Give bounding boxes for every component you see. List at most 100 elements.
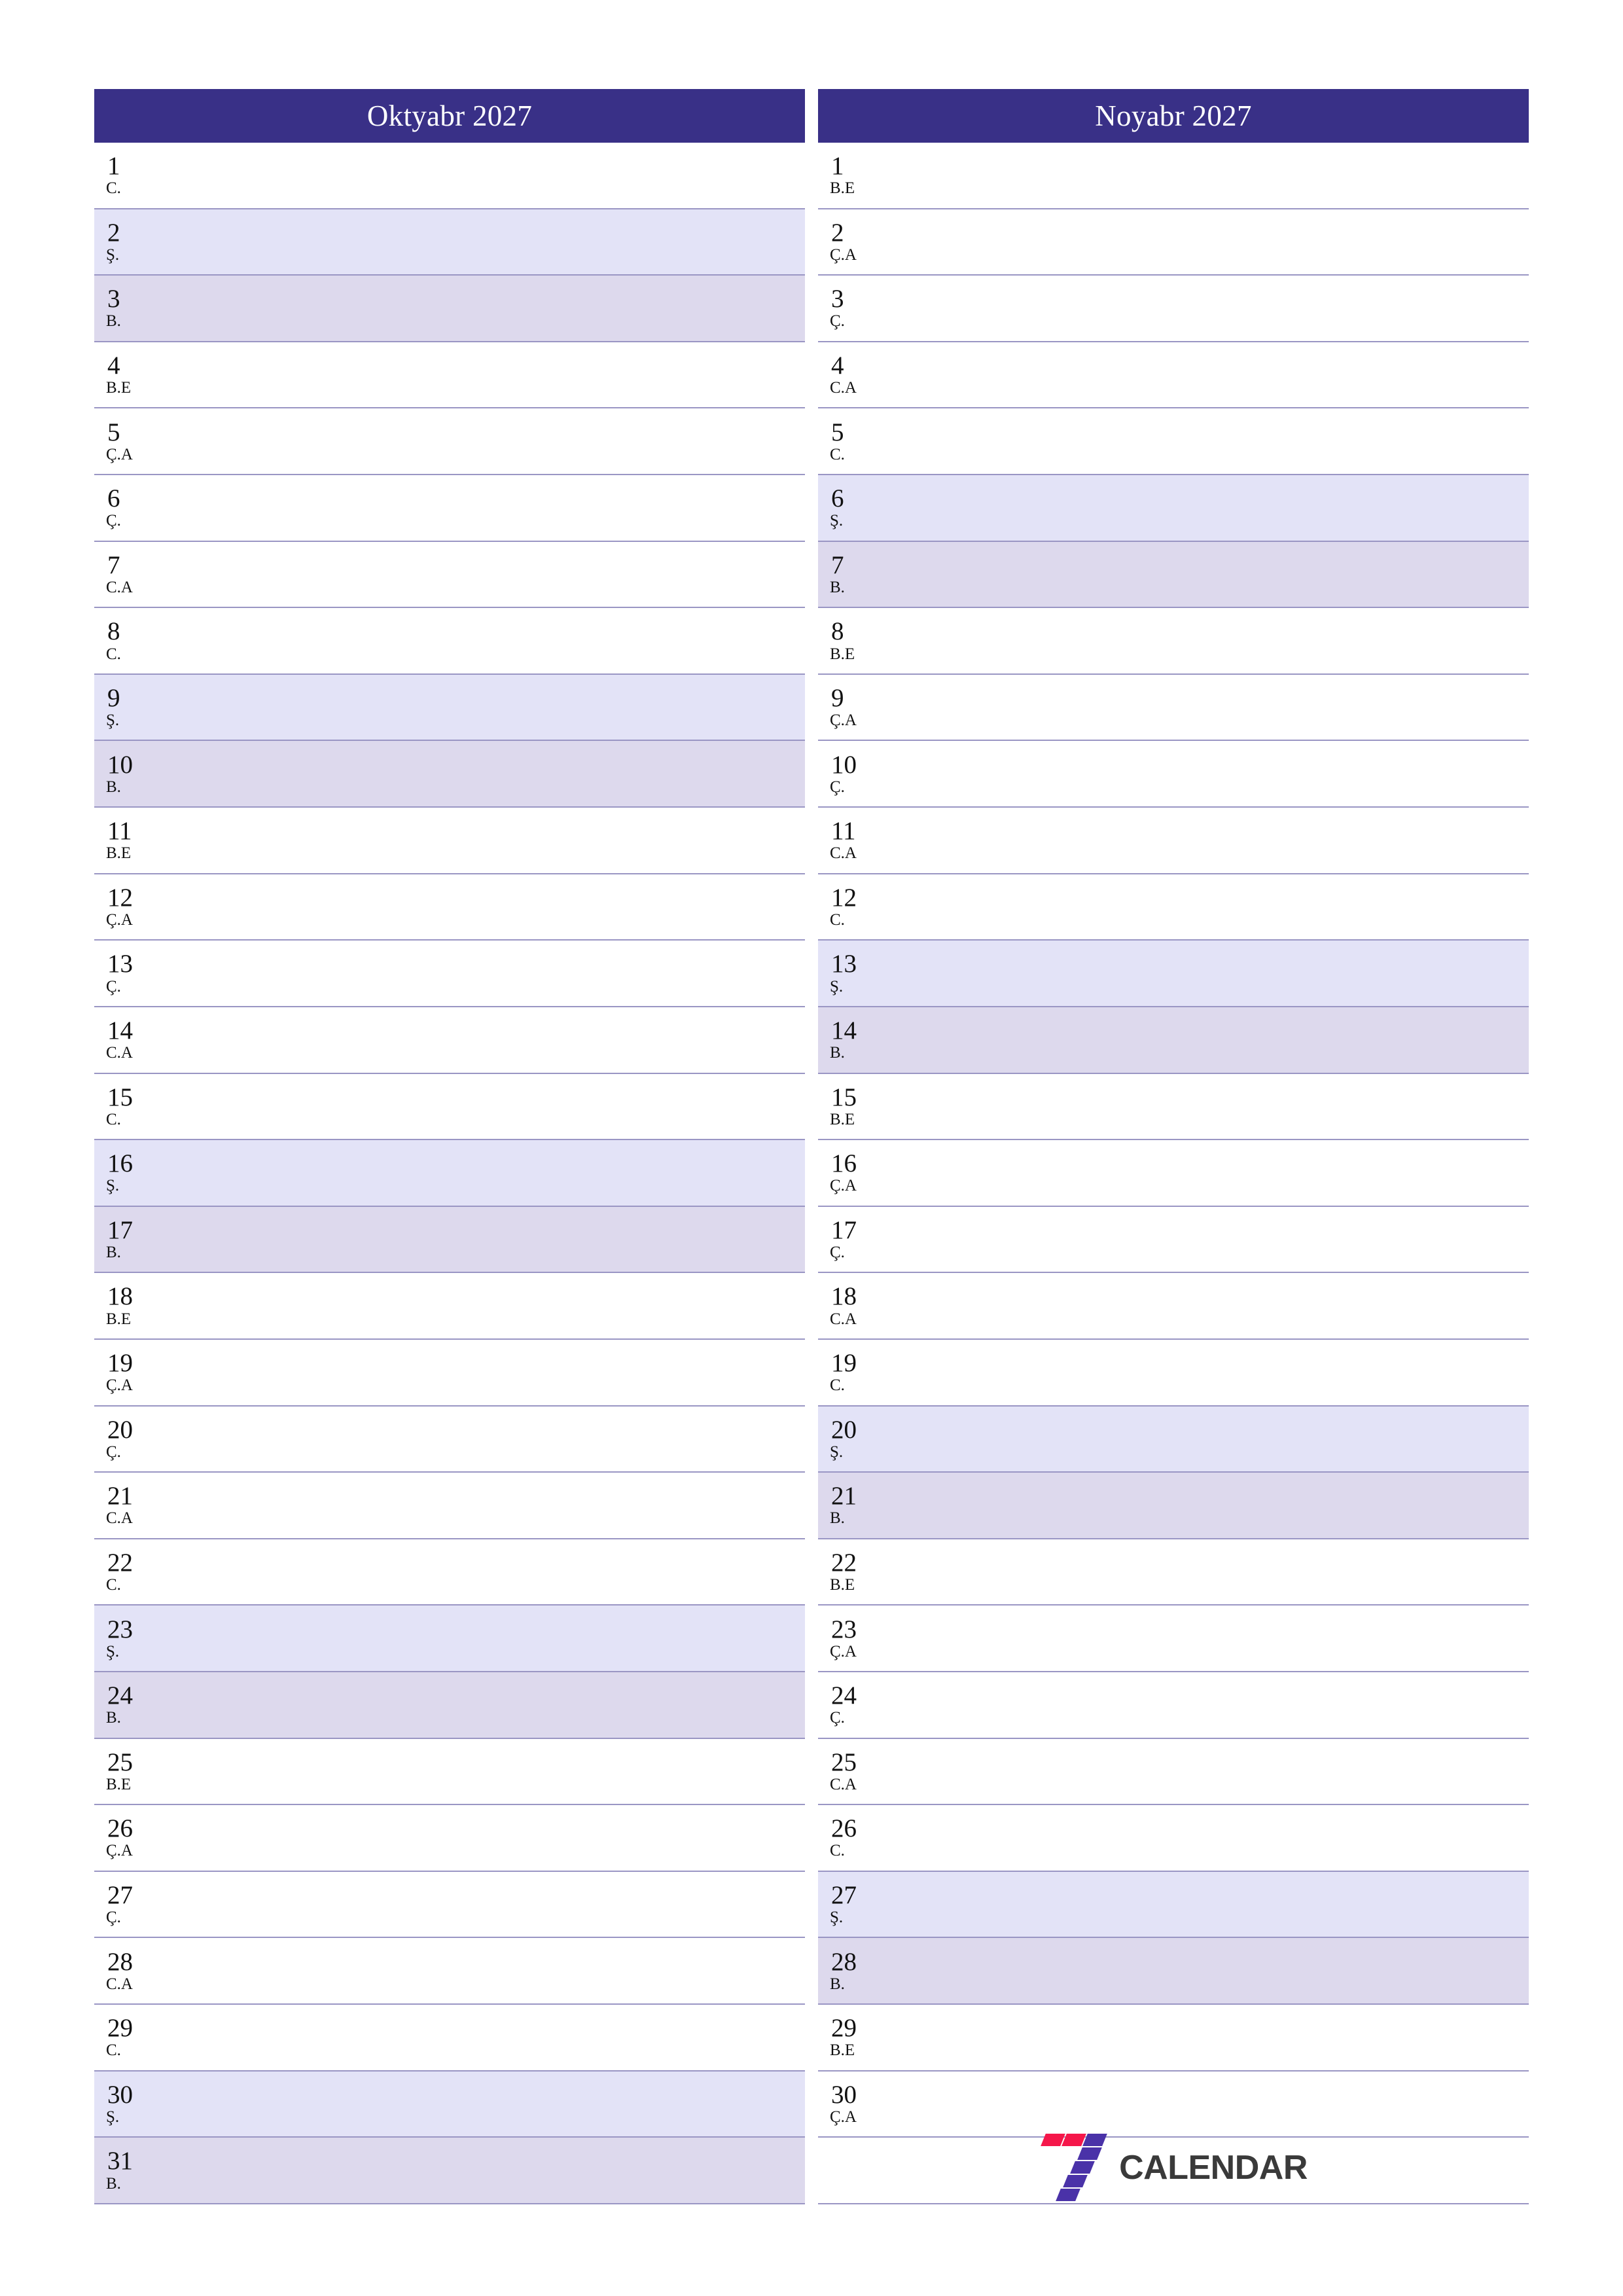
day-weekday: Ç.A xyxy=(830,245,857,264)
day-row[interactable]: 1 C. xyxy=(94,143,805,208)
day-weekday: B. xyxy=(830,578,845,596)
day-row[interactable]: 25 B.E xyxy=(94,1737,805,1804)
day-row[interactable]: 2 Ç.A xyxy=(818,207,1529,275)
day-row[interactable]: 19 C. xyxy=(818,1338,1529,1405)
day-row[interactable]: 3 B. xyxy=(94,274,805,341)
logo-block xyxy=(1077,2147,1102,2160)
day-weekday: B.E xyxy=(830,1110,855,1128)
day-row[interactable]: 26 Ç.A xyxy=(94,1804,805,1871)
day-weekday: B. xyxy=(106,1709,121,1727)
day-row[interactable]: 7 C.A xyxy=(94,540,805,607)
day-row[interactable]: 30 Ç.A xyxy=(818,2070,1529,2137)
day-row[interactable]: 29 B.E xyxy=(818,2003,1529,2070)
day-row[interactable]: 6 Ç. xyxy=(94,474,805,541)
day-row[interactable]: 3 Ç. xyxy=(818,274,1529,341)
day-row[interactable]: 22 B.E xyxy=(818,1537,1529,1605)
day-number: 28 xyxy=(107,1947,133,1976)
day-row[interactable]: 24 Ç. xyxy=(818,1671,1529,1738)
day-weekday: C. xyxy=(830,445,845,463)
day-row[interactable]: 15 C. xyxy=(94,1072,805,1139)
day-number: 20 xyxy=(831,1415,857,1444)
day-row[interactable]: 30 Ş. xyxy=(94,2070,805,2137)
day-weekday: C.A xyxy=(830,1775,857,1793)
day-number: 12 xyxy=(831,883,857,912)
month-title-november: Noyabr 2027 xyxy=(818,89,1529,143)
day-row[interactable]: 12 C. xyxy=(818,872,1529,940)
day-row[interactable]: 26 C. xyxy=(818,1804,1529,1871)
day-row[interactable]: 13 Ş. xyxy=(818,939,1529,1006)
day-row[interactable]: 20 Ç. xyxy=(94,1405,805,1472)
day-weekday: Ş. xyxy=(830,1443,844,1461)
day-weekday: Ş. xyxy=(106,1177,120,1195)
day-weekday: C.A xyxy=(106,578,133,596)
day-row[interactable]: 14 B. xyxy=(818,1005,1529,1073)
day-row[interactable]: 29 C. xyxy=(94,2003,805,2070)
day-number: 5 xyxy=(107,418,120,446)
day-row[interactable]: 18 B.E xyxy=(94,1272,805,1338)
day-row[interactable]: 11 C.A xyxy=(818,806,1529,873)
day-row[interactable]: 19 Ç.A xyxy=(94,1338,805,1405)
day-number: 16 xyxy=(107,1149,133,1178)
day-row[interactable]: 18 C.A xyxy=(818,1272,1529,1338)
day-row[interactable]: 10 Ç. xyxy=(818,740,1529,807)
day-row[interactable]: 25 C.A xyxy=(818,1737,1529,1804)
day-row[interactable]: 16 Ç.A xyxy=(818,1139,1529,1206)
day-row[interactable]: 22 C. xyxy=(94,1537,805,1605)
day-row[interactable]: 5 C. xyxy=(818,407,1529,475)
day-row[interactable]: 28 C.A xyxy=(94,1937,805,2004)
day-number: 6 xyxy=(831,484,844,513)
day-row[interactable]: 31 B. xyxy=(94,2136,805,2203)
logo-block xyxy=(1063,2174,1088,2187)
day-row[interactable]: 12 Ç.A xyxy=(94,872,805,940)
day-row[interactable]: 24 B. xyxy=(94,1671,805,1738)
day-row[interactable]: 14 C.A xyxy=(94,1005,805,1073)
day-row[interactable]: 9 Ş. xyxy=(94,673,805,740)
day-weekday: Ç. xyxy=(830,312,845,331)
day-rows-november: 1 B.E 2 Ç.A 3 Ç. 4 C.A 5 C. 6 Ş. 7 B. 8 B.E 9 Ç.A 10 Ç. 11 C.… xyxy=(818,143,1529,2204)
day-row[interactable]: 8 B.E xyxy=(818,607,1529,673)
day-number: 23 xyxy=(831,1615,857,1643)
day-row[interactable]: 2 Ş. xyxy=(94,207,805,275)
logo-block xyxy=(1082,2133,1107,2146)
day-row[interactable]: 5 Ç.A xyxy=(94,407,805,475)
day-row[interactable]: 4 B.E xyxy=(94,340,805,408)
day-row[interactable]: 11 B.E xyxy=(94,806,805,873)
day-weekday: B.E xyxy=(830,1576,855,1594)
day-weekday: B.E xyxy=(830,179,855,198)
day-weekday: B.E xyxy=(106,844,132,863)
day-row[interactable]: 4 C.A xyxy=(818,340,1529,408)
day-row[interactable]: 21 C.A xyxy=(94,1471,805,1538)
day-number: 17 xyxy=(831,1215,857,1244)
day-row[interactable]: 1 B.E xyxy=(818,143,1529,208)
day-number: 5 xyxy=(831,418,844,446)
day-weekday: Ç. xyxy=(830,1709,845,1727)
day-row[interactable]: 21 B. xyxy=(818,1471,1529,1538)
day-row[interactable]: 16 Ş. xyxy=(94,1139,805,1206)
day-number: 27 xyxy=(831,1880,857,1909)
day-row[interactable]: 23 Ç.A xyxy=(818,1604,1529,1672)
day-row[interactable]: 20 Ş. xyxy=(818,1405,1529,1472)
day-number: 9 xyxy=(107,683,120,712)
day-row[interactable]: 9 Ç.A xyxy=(818,673,1529,740)
day-row[interactable]: 17 B. xyxy=(94,1205,805,1272)
day-row[interactable]: 28 B. xyxy=(818,1937,1529,2004)
day-row[interactable]: 6 Ş. xyxy=(818,474,1529,541)
day-weekday: Ç.A xyxy=(106,1842,133,1860)
day-weekday: Ş. xyxy=(106,245,120,264)
day-weekday: C. xyxy=(106,179,121,198)
day-row[interactable]: 8 C. xyxy=(94,607,805,673)
day-weekday: Ş. xyxy=(106,2108,120,2126)
day-row[interactable]: 27 Ş. xyxy=(818,1870,1529,1937)
day-weekday: C. xyxy=(830,910,845,929)
day-row[interactable]: 15 B.E xyxy=(818,1072,1529,1139)
day-row[interactable]: 7 B. xyxy=(818,540,1529,607)
day-row[interactable]: 23 Ş. xyxy=(94,1604,805,1672)
day-weekday: B. xyxy=(830,1044,845,1062)
day-weekday: Ç.A xyxy=(830,1642,857,1660)
day-weekday: C.A xyxy=(106,1509,133,1528)
day-row[interactable]: 27 Ç. xyxy=(94,1870,805,1937)
day-number: 13 xyxy=(831,950,857,978)
day-row[interactable]: 13 Ç. xyxy=(94,939,805,1006)
day-row[interactable]: 10 B. xyxy=(94,740,805,807)
day-row[interactable]: 17 Ç. xyxy=(818,1205,1529,1272)
